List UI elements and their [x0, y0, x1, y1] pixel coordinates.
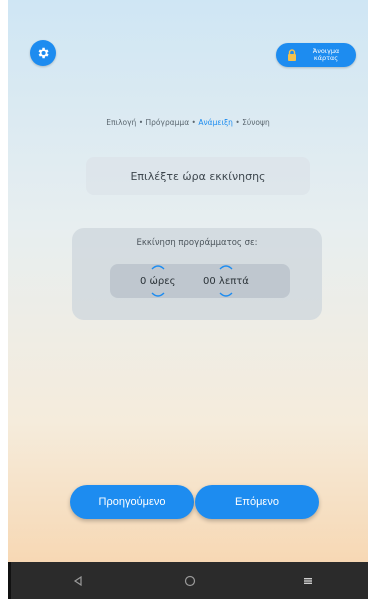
unlock-card-label: Άνοιγμα κάρτας: [302, 48, 356, 62]
back-nav-button[interactable]: [67, 570, 89, 592]
hours-stepper[interactable]: 0 ώρες: [140, 264, 176, 298]
app-screen: Άνοιγμα κάρτας Επιλογή • Πρόγραμμα • Ανά…: [8, 0, 368, 562]
recents-nav-button[interactable]: [297, 570, 319, 592]
breadcrumb-item-summary: Σύνοψη: [242, 118, 270, 127]
hours-value: 0 ώρες: [140, 275, 176, 287]
breadcrumb-separator: •: [235, 118, 240, 127]
start-schedule-card: Εκκίνηση προγράμματος σε: 0 ώρες 00 λεπτ…: [72, 228, 322, 320]
back-triangle-icon: [73, 576, 82, 586]
breadcrumb-item-selection: Επιλογή: [106, 118, 137, 127]
settings-button[interactable]: [30, 40, 56, 66]
time-picker: 0 ώρες 00 λεπτά: [110, 264, 290, 298]
minutes-up-arrow-icon[interactable]: [219, 264, 233, 270]
system-navigation-bar: [11, 562, 368, 599]
hours-up-arrow-icon[interactable]: [151, 264, 165, 270]
schedule-label: Εκκίνηση προγράμματος σε:: [136, 238, 258, 248]
hours-down-arrow-icon[interactable]: [151, 292, 165, 298]
recents-menu-icon: [304, 578, 312, 584]
home-circle-icon: [184, 575, 196, 587]
next-button[interactable]: Επόμενο: [195, 485, 319, 519]
minutes-value: 00 λεπτά: [203, 275, 249, 287]
page-title: Επιλέξτε ώρα εκκίνησης: [86, 157, 310, 195]
breadcrumb-separator: •: [191, 118, 196, 127]
unlock-card-button[interactable]: Άνοιγμα κάρτας: [276, 43, 356, 67]
gear-icon: [38, 47, 49, 59]
breadcrumb-separator: •: [138, 118, 144, 127]
breadcrumb-item-program: Πρόγραμμα: [145, 118, 190, 127]
unlock-line2: κάρτας: [313, 54, 339, 62]
minutes-stepper[interactable]: 00 λεπτά: [203, 264, 249, 298]
home-nav-button[interactable]: [179, 570, 201, 592]
breadcrumb-item-mixing: Ανάμειξη: [198, 118, 233, 127]
breadcrumb: Επιλογή • Πρόγραμμα • Ανάμειξη • Σύνοψη: [8, 118, 368, 127]
previous-button[interactable]: Προηγούμενο: [70, 485, 194, 519]
minutes-down-arrow-icon[interactable]: [219, 292, 233, 298]
lock-icon: [282, 43, 302, 67]
